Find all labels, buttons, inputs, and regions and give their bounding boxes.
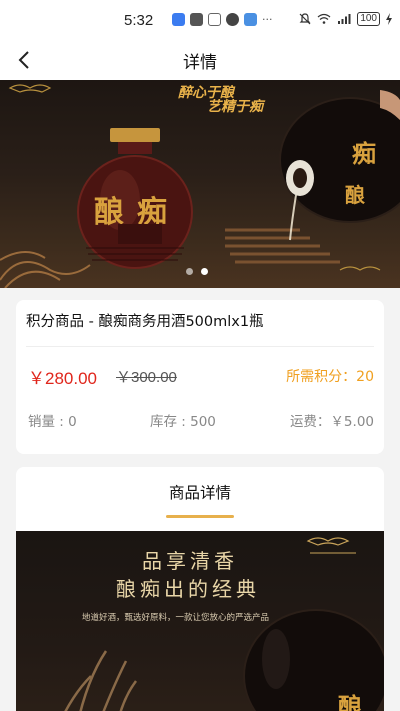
title-underline xyxy=(166,515,234,518)
app-notification-icon xyxy=(172,13,185,26)
stock-count: 库存 : 500 xyxy=(150,414,216,430)
detail-image-heading-1: 品享清香 xyxy=(142,549,238,573)
carousel-dot-1[interactable] xyxy=(186,268,193,275)
sales-count: 销量 : 0 xyxy=(28,414,77,430)
cloud-notification-icon xyxy=(244,13,257,26)
freight-fee: 运费：￥5.00 xyxy=(289,414,374,430)
product-price: ￥280.00 xyxy=(28,369,97,388)
svg-text:酿: 酿 xyxy=(345,183,365,207)
status-bar: 5:32 ··· 100 xyxy=(0,0,400,40)
status-system-icons: 100 xyxy=(299,12,392,26)
divider xyxy=(26,346,374,347)
product-name: 积分商品 - 酿痴商务用酒500mlx1瓶 xyxy=(26,314,264,330)
more-notifications-icon: ··· xyxy=(262,13,273,26)
detail-image-subtitle: 地道好酒，甄选好原料，一款让您放心的严选产品 xyxy=(82,613,270,623)
assistant-notification-icon xyxy=(226,13,239,26)
nav-bar: 详情 xyxy=(0,40,400,80)
product-banner-carousel[interactable]: 酿 痴 痴 酿 醉心于酿 艺精于痴 xyxy=(0,80,400,288)
status-time: 5:32 xyxy=(124,12,154,29)
detail-section-title: 商品详情 xyxy=(168,484,231,502)
svg-text:痴: 痴 xyxy=(352,139,376,168)
detail-image: 品享清香 酿痴出的经典 地道好酒，甄选好原料，一款让您放心的严选产品 酿 xyxy=(16,531,384,711)
detail-image-heading-2: 酿痴出的经典 xyxy=(116,577,260,601)
mute-icon xyxy=(299,13,311,25)
mail-notification-icon xyxy=(190,13,203,26)
original-price: ￥300.00 xyxy=(116,369,177,386)
translate-notification-icon xyxy=(208,13,221,26)
carousel-dot-2[interactable] xyxy=(201,268,208,275)
wifi-icon xyxy=(317,13,331,24)
detail-image-brand: 酿 xyxy=(338,692,362,711)
required-points: 所需积分：20 xyxy=(286,369,374,385)
status-notification-icons: ··· xyxy=(172,13,273,26)
signal-icon xyxy=(338,14,351,24)
charging-icon xyxy=(386,13,392,25)
carousel-indicator xyxy=(186,268,208,275)
product-info-card: 积分商品 - 酿痴商务用酒500mlx1瓶 ￥280.00 ￥300.00 所需… xyxy=(16,300,384,454)
product-detail-section: 商品详情 品享清香 酿痴出的经典 地道好酒，甄选好原料，一款让您放心的严选产品 … xyxy=(16,467,384,711)
battery-icon: 100 xyxy=(357,12,380,26)
banner-slogan-line2: 艺精于痴 xyxy=(207,99,263,115)
page-title: 详情 xyxy=(183,53,217,73)
banner-illustration: 酿 痴 痴 酿 xyxy=(0,84,400,288)
